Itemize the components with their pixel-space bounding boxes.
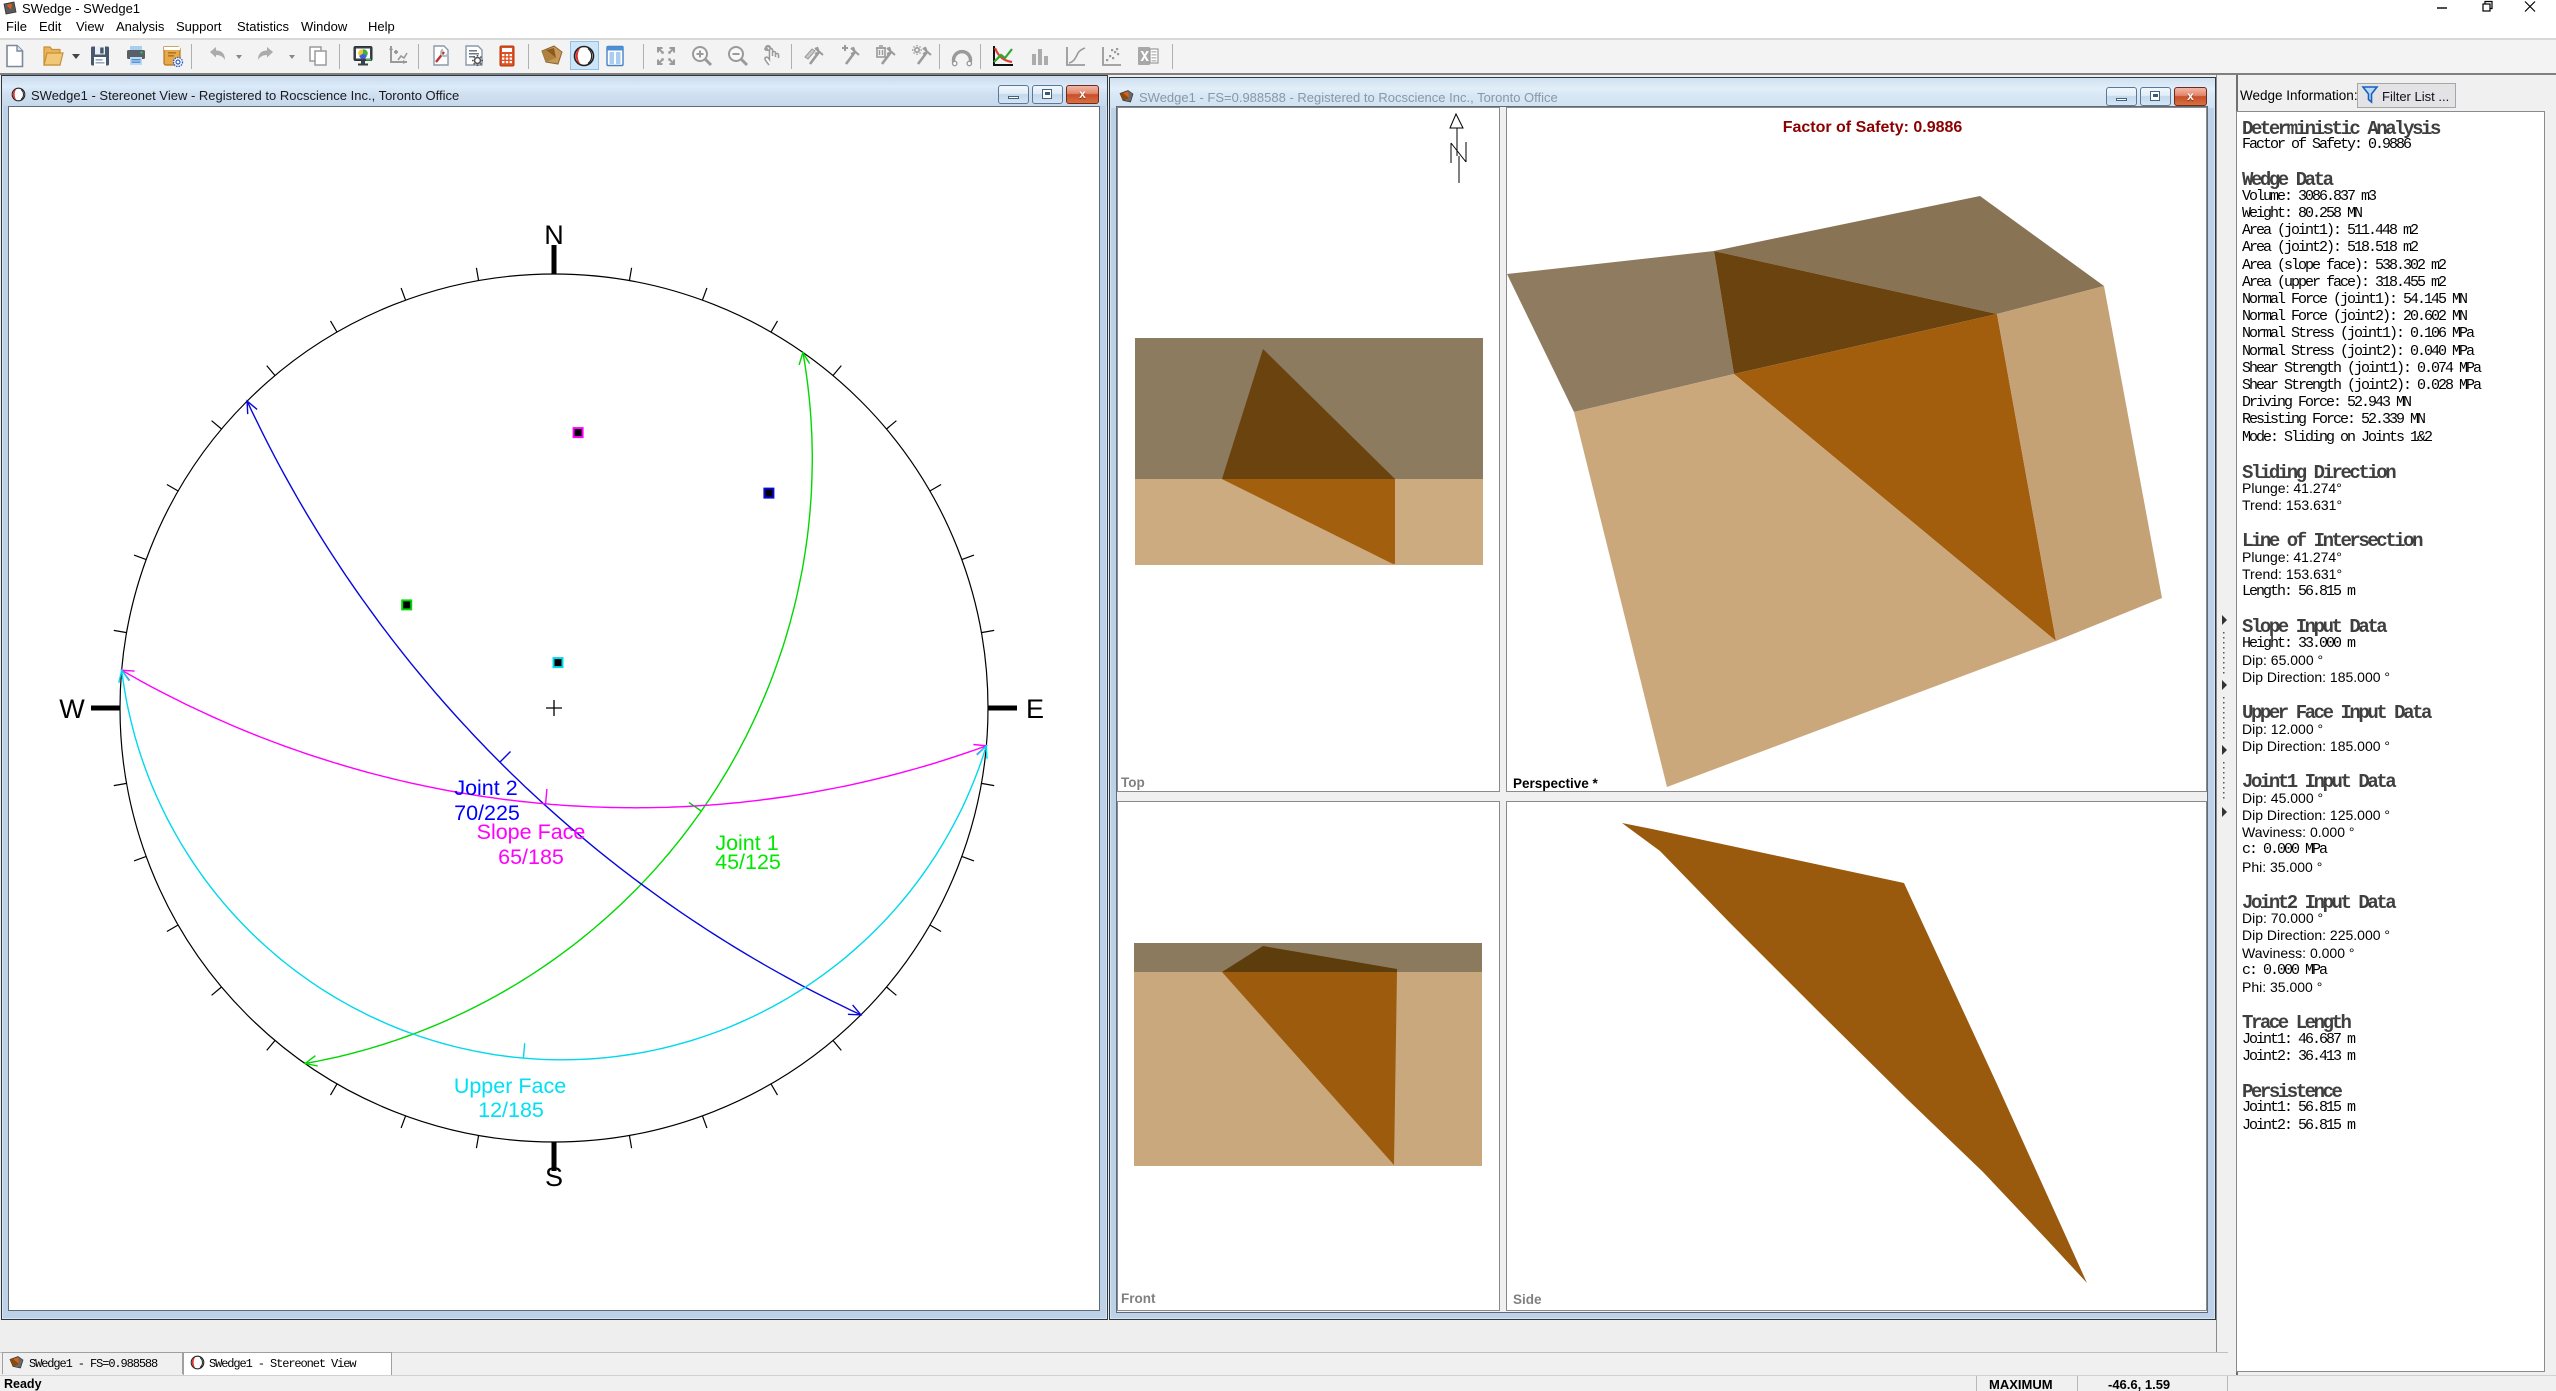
svg-text:45/125: 45/125 <box>715 850 781 874</box>
svg-text:Joint 2: Joint 2 <box>454 776 517 800</box>
svg-text:N: N <box>544 220 564 250</box>
svg-text:65/185: 65/185 <box>498 845 564 869</box>
svg-text:12/185: 12/185 <box>478 1098 544 1122</box>
svg-text:W: W <box>59 694 85 724</box>
svg-text:Slope Face: Slope Face <box>477 820 586 844</box>
svg-text:Upper Face: Upper Face <box>454 1074 566 1098</box>
svg-text:S: S <box>545 1162 563 1192</box>
svg-text:E: E <box>1026 694 1044 724</box>
